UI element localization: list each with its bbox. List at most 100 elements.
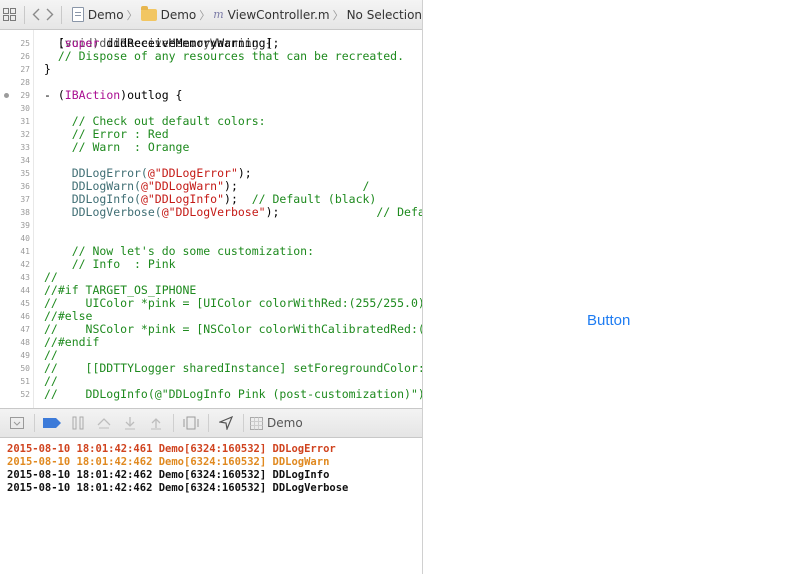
breadcrumb-file[interactable]: m ViewController.m [213, 8, 329, 22]
related-items-button[interactable] [0, 0, 20, 30]
status-bar [423, 0, 806, 6]
code-token: @"DDLogInfo" [140, 192, 225, 206]
console-log-line: 2015-08-10 18:01:42:462 Demo[6324:160532… [7, 456, 330, 468]
breadcrumb-symbol-label: No Selection [346, 7, 422, 22]
code-token: @"DDLogWarn" [140, 179, 225, 193]
code-text: // NSColor *pink = [NSColor colorWithCal… [44, 323, 422, 336]
code-text: // DDLogInfo(@"DDLogInfo Pink (post-cust… [44, 388, 422, 401]
line-number: 30 [20, 104, 30, 113]
code-line: 52 // DDLogInfo(@"DDLogInfo Pink (post-cu… [0, 388, 422, 401]
simulator-button[interactable]: Button [587, 312, 630, 329]
code-text: DDLogVerbose(@"DDLogVerbose"); // Defaul [44, 206, 422, 219]
code-token: IBAction [64, 88, 121, 102]
code-text: // Dispose of any resources that can be … [44, 50, 404, 63]
line-number: 29 [20, 91, 30, 100]
code-token: // Now let's do some customization: [44, 244, 315, 258]
line-number: 41 [20, 247, 30, 256]
code-text: // Warn : Orange [44, 140, 190, 154]
location-arrow-icon [219, 416, 233, 430]
process-selector-label: Demo [267, 416, 303, 430]
code-line: 48 //#endif [0, 336, 422, 349]
pause-button[interactable] [65, 409, 91, 437]
step-out-icon [151, 418, 161, 430]
code-line: 42 // Info : Pink [0, 258, 422, 271]
step-out-button[interactable] [143, 409, 169, 437]
line-number: 52 [20, 390, 30, 399]
line-number: 48 [20, 338, 30, 347]
line-number: 46 [20, 312, 30, 321]
code-token: // Default (black) [251, 192, 377, 206]
code-line: 38 DDLogVerbose(@"DDLogVerbose"); // Def… [0, 206, 422, 219]
step-over-button[interactable] [91, 409, 117, 437]
simulate-location-button[interactable] [213, 409, 239, 437]
code-token: ); [237, 166, 252, 180]
folder-icon [140, 5, 157, 21]
line-number: 37 [20, 195, 30, 204]
code-token: ); [224, 179, 238, 193]
line-number: 26 [20, 52, 30, 61]
project-file-icon [71, 7, 84, 22]
line-number: 33 [20, 143, 30, 152]
code-line: 27} [0, 63, 422, 76]
code-token: [ [44, 36, 65, 50]
pause-icon [72, 416, 84, 430]
code-token: @"DDLogVerbose" [161, 205, 266, 219]
console-log-line: 2015-08-10 18:01:42:461 Demo[6324:160532… [7, 443, 336, 455]
line-number: 45 [20, 299, 30, 308]
back-button[interactable] [28, 0, 42, 30]
code-text: // UIColor *pink = [UIColor colorWithRed… [44, 297, 422, 310]
code-token: super [64, 36, 100, 50]
console-log-line: 2015-08-10 18:01:42:462 Demo[6324:160532… [7, 482, 349, 494]
hide-debug-area-button[interactable] [4, 409, 30, 437]
code-line: 33 // Warn : Orange [0, 141, 422, 154]
forward-button[interactable] [43, 0, 57, 30]
code-token: // Defaul [376, 205, 422, 219]
line-number: 31 [20, 117, 30, 126]
line-number: 47 [20, 325, 30, 334]
view-debugger-button[interactable] [178, 409, 204, 437]
line-number: 25 [20, 39, 30, 48]
code-token: // Warn : Orange [44, 140, 190, 154]
code-token: // Check out default colors: [44, 114, 266, 128]
line-number: 43 [20, 273, 30, 282]
chevron-left-icon [32, 8, 40, 21]
line-number: 35 [20, 169, 30, 178]
code-token: didReceiveMemoryWarning]; [99, 36, 280, 50]
toolbar-divider [173, 414, 174, 432]
toolbar-divider [243, 414, 244, 432]
source-editor[interactable]: (void)didReceiveMemoryWarning { 25 [supe… [0, 30, 422, 408]
code-text: // Info : Pink [44, 258, 176, 271]
toolbar-divider [23, 5, 25, 24]
console-output[interactable]: 2015-08-10 18:01:42:461 Demo[6324:160532… [0, 438, 422, 574]
code-token: // [44, 348, 58, 362]
breakpoint-icon [43, 418, 61, 428]
code-token: // DDLogInfo(@"DDLogInfo Pink (post-cust… [44, 387, 422, 401]
code-text: } [44, 63, 51, 76]
code-token: - ( [44, 88, 65, 102]
app-grid-icon [250, 416, 263, 430]
console-lines: 2015-08-10 18:01:42:461 Demo[6324:160532… [0, 443, 422, 495]
process-selector[interactable]: Demo [250, 416, 303, 430]
code-token: DDLogError( [44, 166, 148, 180]
toolbar-divider [208, 414, 209, 432]
breadcrumb-group[interactable]: Demo [140, 5, 196, 22]
code-text: - (IBAction)outlog { [44, 89, 182, 102]
code-token: DDLogInfo( [44, 192, 141, 206]
code-token: // [44, 270, 58, 284]
breadcrumb-project[interactable]: Demo [71, 7, 124, 22]
step-into-button[interactable] [117, 409, 143, 437]
code-token: / [237, 179, 370, 193]
code-line: 29 - (IBAction)outlog { [0, 89, 422, 102]
debug-area-toggle-icon [10, 417, 24, 429]
line-number: 32 [20, 130, 30, 139]
line-number: 28 [20, 78, 30, 87]
line-number: 50 [20, 364, 30, 373]
breadcrumb-symbol[interactable]: No Selection [347, 8, 422, 22]
debug-bar: Demo [0, 408, 422, 438]
code-token: // NSColor *pink = [NSColor colorWithCal… [44, 322, 422, 336]
code-token: ); [224, 192, 252, 206]
code-token: ); [265, 205, 280, 219]
line-number: 27 [20, 65, 30, 74]
code-token: // [[DDTTYLogger sharedInstance] setFore… [44, 361, 422, 375]
breakpoints-toggle-button[interactable] [39, 409, 65, 437]
